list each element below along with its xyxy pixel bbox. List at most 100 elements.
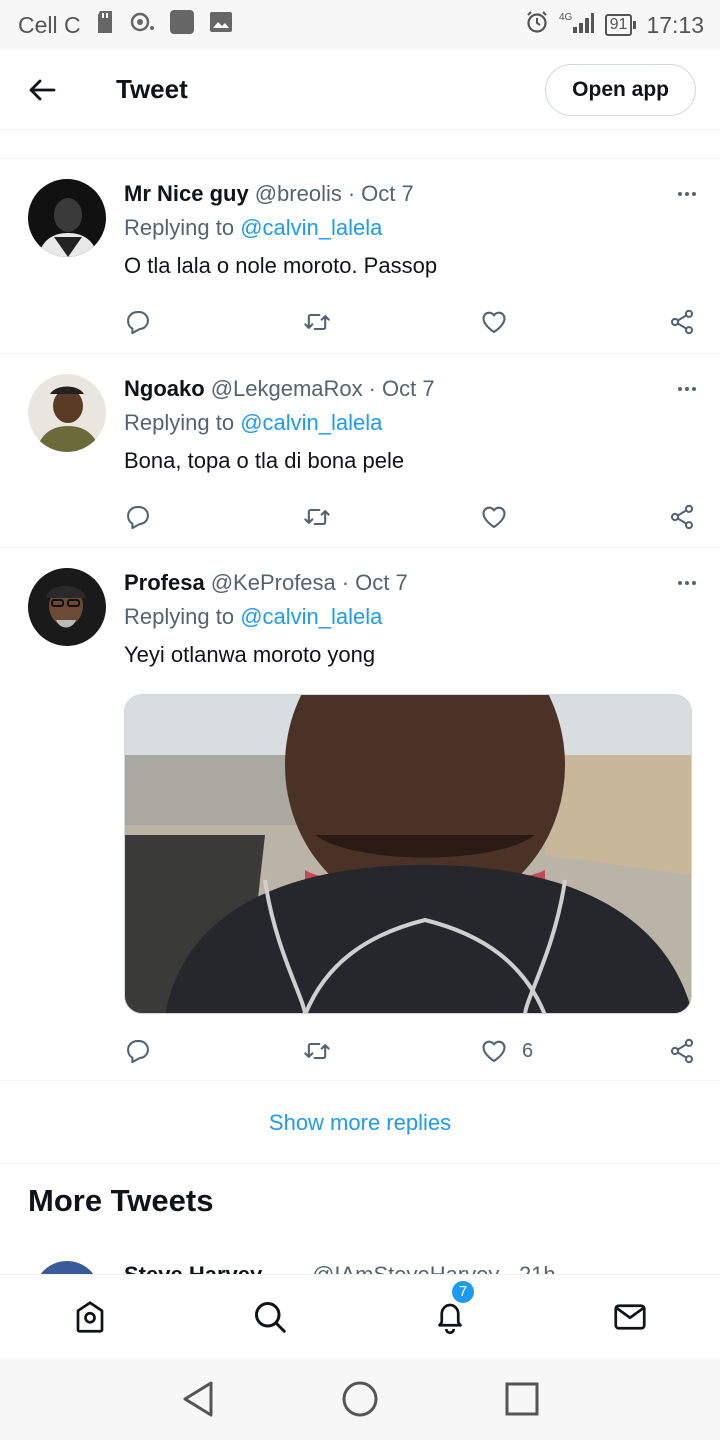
gallery-icon bbox=[209, 10, 233, 40]
home-icon bbox=[76, 1300, 104, 1333]
back-triangle-icon[interactable] bbox=[181, 1380, 215, 1418]
retweet-button[interactable] bbox=[302, 1037, 480, 1065]
user-handle[interactable]: @LekgemaRox bbox=[211, 376, 363, 402]
like-count: 6 bbox=[522, 1039, 534, 1062]
user-handle[interactable]: @breolis bbox=[255, 181, 342, 207]
tweet-text: O tla lala o nole moroto. Passop bbox=[124, 253, 438, 278]
retweet-icon bbox=[304, 508, 330, 526]
search-icon bbox=[255, 1301, 286, 1333]
battery-level: 91 bbox=[604, 14, 633, 36]
alarm-icon bbox=[525, 10, 549, 40]
replying-to: Replying to @calvin_lalela bbox=[124, 410, 696, 440]
tweet-date[interactable]: Oct 7 bbox=[355, 570, 408, 596]
bottom-navigation: 7 bbox=[0, 1274, 720, 1358]
back-button[interactable] bbox=[14, 62, 70, 118]
more-icon[interactable] bbox=[678, 192, 696, 196]
nav-messages[interactable] bbox=[540, 1299, 720, 1335]
nav-home[interactable] bbox=[0, 1299, 180, 1335]
replying-prefix: Replying to bbox=[124, 410, 235, 435]
tweet-date[interactable]: Oct 7 bbox=[382, 376, 435, 402]
arrow-left-icon bbox=[29, 79, 56, 100]
user-handle[interactable]: @IAmSteveHarvey · 21h bbox=[312, 1262, 556, 1274]
avatar[interactable] bbox=[28, 568, 106, 646]
reply-button[interactable] bbox=[124, 503, 302, 531]
replying-to: Replying to @calvin_lalela bbox=[124, 604, 696, 634]
clock: 17:13 bbox=[646, 11, 704, 38]
tweet-text: Bona, topa o tla di bona pele bbox=[124, 448, 405, 473]
separator: · bbox=[341, 570, 350, 595]
replying-prefix: Replying to bbox=[124, 604, 235, 629]
heart-icon bbox=[482, 506, 506, 528]
signal-icon: 4G bbox=[559, 9, 595, 41]
heart-icon bbox=[482, 311, 506, 333]
notification-badge: 7 bbox=[450, 1278, 476, 1305]
tweet-actions bbox=[124, 289, 696, 355]
display-name[interactable]: Ngoako bbox=[124, 376, 205, 402]
envelope-icon bbox=[614, 1303, 646, 1330]
share-icon bbox=[670, 1038, 694, 1064]
share-button[interactable] bbox=[668, 1037, 696, 1065]
show-more-replies-link[interactable]: Show more replies bbox=[0, 1082, 720, 1164]
carrier-label: Cell C bbox=[18, 11, 81, 38]
avatar[interactable] bbox=[28, 374, 106, 452]
separator: · bbox=[368, 376, 376, 401]
reply-icon bbox=[127, 311, 149, 335]
tweet-date[interactable]: Oct 7 bbox=[361, 181, 414, 207]
mention-link[interactable]: @calvin_lalela bbox=[240, 215, 382, 240]
display-name[interactable]: Steve Harvey bbox=[124, 1262, 262, 1274]
home-circle-icon[interactable] bbox=[341, 1380, 379, 1418]
reply-button[interactable] bbox=[124, 1037, 302, 1065]
network-type-label: 4G bbox=[559, 12, 573, 23]
share-button[interactable] bbox=[668, 503, 696, 531]
tweet[interactable]: Ngoako @LekgemaRox · Oct 7 Replying to @… bbox=[0, 354, 720, 548]
display-name[interactable]: Mr Nice guy bbox=[124, 181, 249, 207]
replying-prefix: Replying to bbox=[124, 215, 235, 240]
more-icon[interactable] bbox=[678, 581, 696, 585]
hotspot-icon bbox=[129, 10, 155, 40]
tweet-actions bbox=[124, 484, 696, 550]
previous-tweet-edge bbox=[0, 131, 720, 159]
retweet-icon bbox=[304, 1042, 330, 1060]
like-button[interactable] bbox=[480, 503, 650, 531]
share-button[interactable] bbox=[668, 308, 696, 336]
open-app-button[interactable]: Open app bbox=[545, 63, 696, 116]
sd-card-icon bbox=[95, 10, 115, 40]
reply-icon bbox=[127, 1040, 149, 1064]
replying-to: Replying to @calvin_lalela bbox=[124, 215, 696, 245]
status-bar: Cell C 4G 91 17:13 bbox=[0, 0, 720, 50]
reply-button[interactable] bbox=[124, 308, 302, 336]
like-button[interactable]: 6 bbox=[480, 1037, 650, 1065]
page-title: Tweet bbox=[116, 74, 188, 104]
nav-notifications[interactable]: 7 bbox=[360, 1278, 540, 1335]
top-app-bar: Tweet Open app bbox=[0, 50, 720, 130]
tweet-actions: 6 bbox=[124, 1018, 696, 1084]
more-icon[interactable] bbox=[678, 387, 696, 391]
nav-search[interactable] bbox=[180, 1299, 360, 1335]
reply-icon bbox=[127, 506, 149, 530]
user-handle[interactable]: @KeProfesa bbox=[211, 570, 336, 596]
tweet[interactable]: Profesa @KeProfesa · Oct 7 Replying to @… bbox=[0, 548, 720, 1081]
separator: · bbox=[347, 181, 356, 206]
app-notification-icon bbox=[169, 9, 195, 41]
tweet[interactable]: Mr Nice guy @breolis · Oct 7 Replying to… bbox=[0, 159, 720, 354]
tweet-photo[interactable] bbox=[124, 694, 692, 1014]
like-button[interactable] bbox=[480, 308, 650, 336]
recents-square-icon[interactable] bbox=[505, 1382, 539, 1416]
retweet-button[interactable] bbox=[302, 503, 480, 531]
system-navigation-bar bbox=[0, 1358, 720, 1440]
display-name[interactable]: Profesa bbox=[124, 570, 205, 596]
share-icon bbox=[670, 504, 694, 530]
avatar[interactable] bbox=[34, 1261, 100, 1274]
retweet-icon bbox=[304, 313, 330, 331]
more-tweets-heading: More Tweets bbox=[28, 1183, 214, 1218]
tweet-text: Yeyi otlanwa moroto yong bbox=[124, 642, 376, 667]
heart-icon bbox=[482, 1040, 506, 1062]
replies-list: Mr Nice guy @breolis · Oct 7 Replying to… bbox=[0, 131, 720, 1081]
mention-link[interactable]: @calvin_lalela bbox=[240, 604, 382, 629]
share-icon bbox=[670, 309, 694, 335]
more-tweets-peek[interactable]: Steve Harvey @IAmSteveHarvey · 21h bbox=[0, 1258, 720, 1274]
mention-link[interactable]: @calvin_lalela bbox=[240, 410, 382, 435]
retweet-button[interactable] bbox=[302, 308, 480, 336]
battery-icon: 91 bbox=[604, 14, 637, 36]
avatar[interactable] bbox=[28, 179, 106, 257]
